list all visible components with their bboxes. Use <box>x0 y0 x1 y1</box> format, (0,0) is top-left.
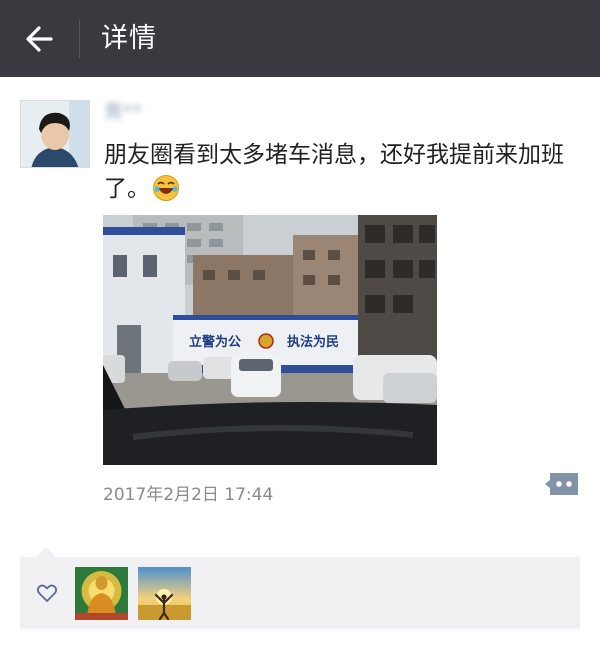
header-divider <box>79 20 80 58</box>
buddha-avatar <box>75 567 128 620</box>
liker-avatar-sunrise[interactable] <box>138 567 191 620</box>
comment-more-icon <box>545 473 578 495</box>
wall-slogan-left: 立警为公 <box>189 334 241 350</box>
likes-caret <box>36 547 56 557</box>
back-button[interactable] <box>18 18 60 60</box>
top-bar: 详情 <box>0 0 600 77</box>
page-title: 详情 <box>101 23 157 54</box>
author-avatar[interactable] <box>20 100 90 168</box>
heart-outline-icon <box>36 584 58 602</box>
post-timestamp: 2017年2月2日 17:44 <box>103 485 274 505</box>
liker-avatar-buddha[interactable] <box>75 567 128 620</box>
photo-scene: 立警为公 执法为民 <box>103 215 437 465</box>
arrow-left-icon <box>26 26 53 52</box>
laughing-face-emoji <box>153 175 179 201</box>
author-name[interactable]: 黄** <box>104 99 156 125</box>
wall-slogan-right: 执法为民 <box>287 334 339 350</box>
comment-more-button[interactable] <box>544 471 580 497</box>
avatar-image <box>21 101 89 167</box>
post-text: 朋友圈看到太多堵车消息，还好我提前来加班了。 <box>104 138 580 206</box>
post-photo[interactable]: 立警为公 执法为民 <box>103 215 437 465</box>
sunrise-avatar <box>138 567 191 620</box>
